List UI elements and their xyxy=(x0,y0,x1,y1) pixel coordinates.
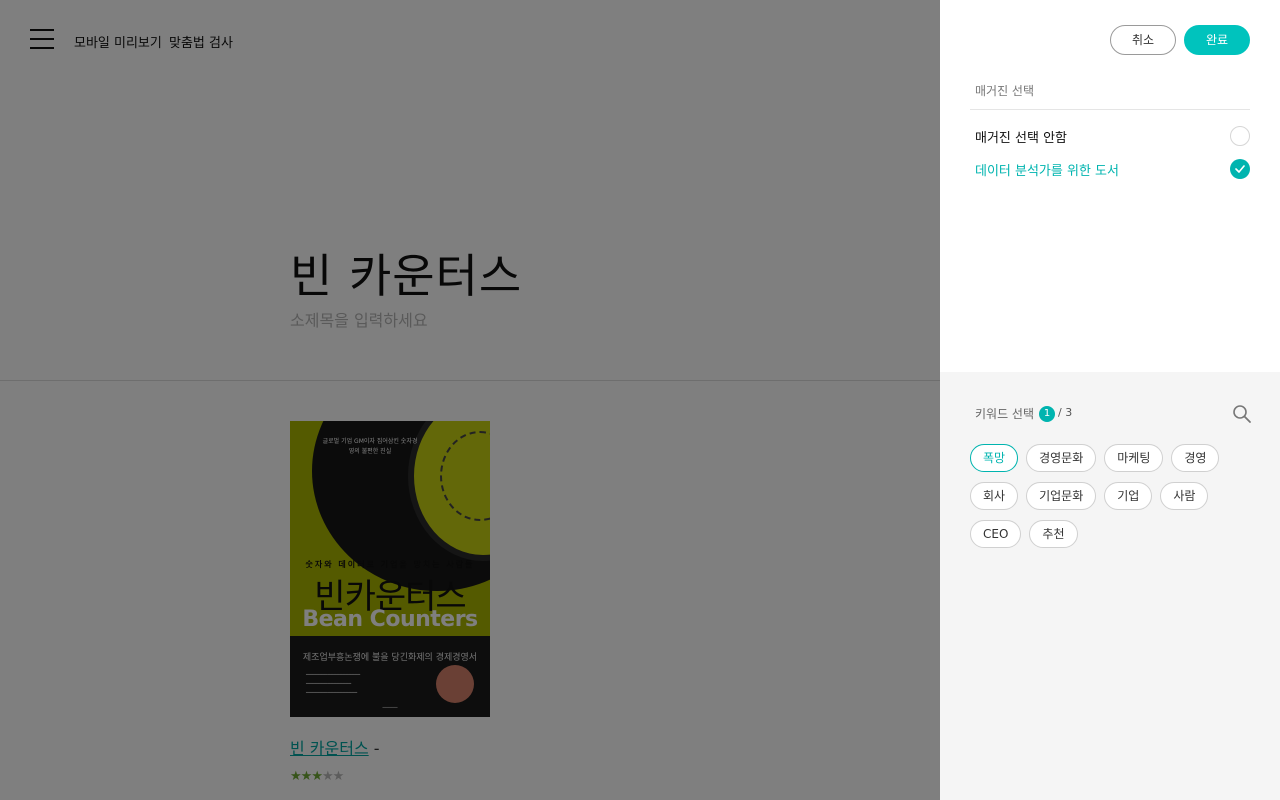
keyword-chip[interactable]: 경영문화 xyxy=(1026,444,1097,472)
radio-unchecked-icon[interactable] xyxy=(1230,126,1250,146)
keyword-section-heading: 키워드 선택 xyxy=(975,407,1035,421)
keyword-chip[interactable]: 기업 xyxy=(1104,482,1153,510)
keyword-chip[interactable]: 폭망 xyxy=(970,444,1019,472)
keyword-selected-count: 1 xyxy=(1039,406,1055,422)
keyword-chip[interactable]: 회사 xyxy=(970,482,1019,510)
search-icon[interactable] xyxy=(1232,404,1252,424)
done-button[interactable]: 완료 xyxy=(1184,25,1250,55)
keyword-chip[interactable]: 경영 xyxy=(1171,444,1220,472)
magazine-option-none[interactable]: 매거진 선택 안함 xyxy=(970,124,1250,148)
magazine-option-data-analyst-books[interactable]: 데이터 분석가를 위한 도서 xyxy=(970,157,1250,181)
magazine-section-heading: 매거진 선택 xyxy=(975,84,1035,98)
magazine-option-label: 데이터 분석가를 위한 도서 xyxy=(975,164,1119,179)
publish-settings-panel: 취소 완료 매거진 선택 매거진 선택 안함 데이터 분석가를 위한 도서 키워… xyxy=(940,0,1280,800)
keyword-chip[interactable]: 사람 xyxy=(1160,482,1209,510)
keyword-section: 키워드 선택 1 / 3 폭망 경영문화 마케팅 경영회사 기업문화 기업 사람 CEO 추천 xyxy=(940,372,1280,800)
magazine-option-label: 매거진 선택 안함 xyxy=(975,131,1067,146)
keyword-chip-list: 폭망 경영문화 마케팅 경영회사 기업문화 기업 사람 CEO 추천 xyxy=(970,444,1250,558)
radio-checked-icon[interactable] xyxy=(1230,159,1250,179)
keyword-chip[interactable]: 추천 xyxy=(1029,520,1078,548)
cancel-button[interactable]: 취소 xyxy=(1110,25,1176,55)
keyword-chip[interactable]: 기업문화 xyxy=(1026,482,1097,510)
keyword-chip[interactable]: 마케팅 xyxy=(1104,444,1164,472)
dim-overlay[interactable] xyxy=(0,0,940,800)
divider xyxy=(970,109,1250,110)
keyword-chip[interactable]: CEO xyxy=(970,520,1022,548)
keyword-total: / 3 xyxy=(1058,406,1073,419)
